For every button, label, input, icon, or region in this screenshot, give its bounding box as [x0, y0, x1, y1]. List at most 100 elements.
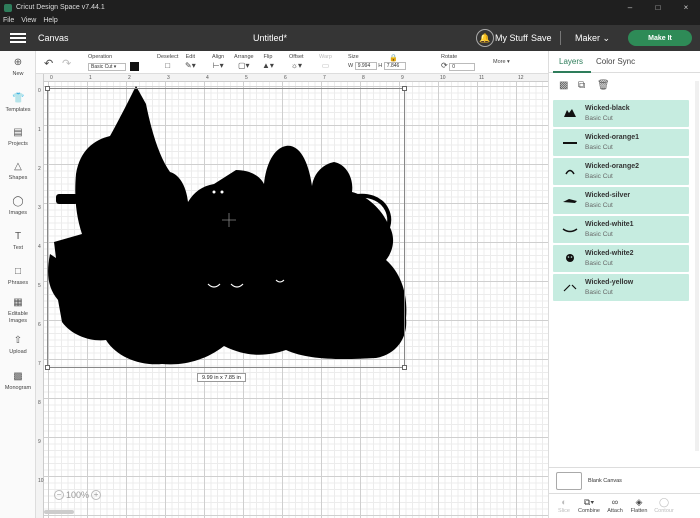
size-group: Size W 9.994 🔒 H 7.846: [348, 54, 406, 70]
rotate-input[interactable]: 0: [449, 63, 476, 71]
design-canvas[interactable]: 0 1 2 3 4 5 6 7 8 9 10 11 12 0 1 2 3 4 5 6 7 8 9 10 9.99 in x …: [36, 74, 548, 518]
edit-group[interactable]: Edit ✎▾: [185, 54, 196, 70]
menu-file[interactable]: File: [3, 17, 14, 24]
attach-icon: ∞: [611, 497, 619, 507]
tool-text[interactable]: T Text: [0, 231, 36, 251]
layer-item[interactable]: Wicked-silver Basic Cut: [553, 187, 689, 214]
flatten-icon: ◈: [635, 497, 643, 507]
blank-canvas-row[interactable]: Blank Canvas: [549, 467, 700, 493]
lock-icon[interactable]: 🔒: [389, 54, 398, 62]
deselect-group[interactable]: Deselect □: [157, 54, 178, 70]
shirt-icon: 👕: [12, 93, 25, 104]
tab-color-sync[interactable]: Color Sync: [596, 57, 635, 66]
flatten-button[interactable]: ◈ Flatten: [627, 497, 651, 514]
contour-button: ◯ Contour: [652, 497, 676, 514]
tool-upload[interactable]: ⇧ Upload: [0, 335, 36, 355]
tool-editable-images[interactable]: ▦ Editable Images: [0, 297, 36, 325]
layer-name: Wicked-yellow: [585, 279, 634, 286]
close-icon[interactable]: ×: [672, 0, 700, 15]
layer-item[interactable]: Wicked-black Basic Cut: [553, 100, 689, 127]
arrange-icon: ▢▾: [238, 61, 250, 70]
maximize-icon[interactable]: □: [644, 0, 672, 15]
tool-phrases[interactable]: □ Phrases: [0, 266, 36, 286]
combine-icon: ⧉▾: [583, 497, 595, 507]
text-icon: T: [14, 231, 22, 242]
warp-icon: ▭: [321, 61, 330, 70]
layer-thumbnail-icon: [563, 142, 577, 144]
menu-help[interactable]: Help: [43, 17, 57, 24]
tool-templates[interactable]: 👕 Templates: [0, 93, 36, 113]
blank-canvas-swatch: [556, 472, 582, 490]
tool-shapes[interactable]: △ Shapes: [0, 161, 36, 181]
warp-label: Warp: [319, 54, 332, 60]
tool-label: Projects: [8, 141, 28, 147]
minimize-icon[interactable]: –: [616, 0, 644, 15]
bell-icon[interactable]: 🔔: [476, 29, 494, 47]
selection-box[interactable]: [45, 86, 407, 370]
save-button[interactable]: Save: [531, 33, 552, 43]
layer-item[interactable]: Wicked-orange2 Basic Cut: [553, 158, 689, 185]
attach-button[interactable]: ∞ Attach: [603, 497, 627, 514]
trash-icon[interactable]: 🗑: [597, 80, 613, 91]
redo-icon: ↷: [62, 58, 72, 70]
layer-name: Wicked-black: [585, 105, 630, 112]
my-stuff-link[interactable]: My Stuff: [495, 33, 528, 43]
layer-name: Wicked-orange1: [585, 134, 640, 141]
resize-handle-top-right[interactable]: [402, 86, 407, 91]
tool-projects[interactable]: ▤ Projects: [0, 127, 36, 147]
zoom-out-icon[interactable]: −: [54, 490, 64, 500]
layer-operation: Basic Cut: [585, 289, 613, 296]
plus-icon: ⊕: [13, 57, 23, 68]
layer-item[interactable]: Wicked-white1 Basic Cut: [553, 216, 689, 243]
upload-icon: ⇧: [13, 335, 23, 346]
resize-handle-top-left[interactable]: [45, 86, 50, 91]
width-input[interactable]: 9.994: [354, 62, 377, 70]
tool-label: Monogram: [4, 385, 32, 391]
layer-item[interactable]: Wicked-white2 Basic Cut: [553, 245, 689, 272]
align-group[interactable]: Align ⊢▾: [212, 54, 224, 70]
layer-operation: Basic Cut: [585, 173, 613, 180]
panel-bottom-toolbar: ◐ Slice ⧉▾ Combine ∞ Attach ◈ Flatten ◯ …: [549, 493, 700, 518]
resize-handle-bottom-left[interactable]: [45, 365, 50, 370]
operation-group: Operation Basic Cut ▾: [88, 54, 139, 71]
menu-view[interactable]: View: [21, 17, 36, 24]
tool-images[interactable]: ◯ Images: [0, 196, 36, 216]
layer-thumbnail-icon: [562, 228, 578, 233]
layer-thumbnail-icon: [563, 199, 577, 203]
tool-new[interactable]: ⊕ New: [0, 57, 36, 77]
color-swatch[interactable]: [129, 62, 139, 71]
flip-group[interactable]: Flip ▲▾: [262, 54, 274, 70]
layer-list: Wicked-black Basic Cut Wicked-orange1 Ba…: [553, 100, 689, 303]
machine-select[interactable]: Maker ⌄: [575, 33, 610, 44]
duplicate-icon[interactable]: ⧉: [578, 80, 594, 91]
offset-group[interactable]: Offset ☼▾: [289, 54, 304, 70]
width-label: W: [348, 63, 354, 69]
tool-label: Upload: [9, 349, 27, 355]
more-button[interactable]: More ▾: [493, 59, 510, 65]
horizontal-scrollbar[interactable]: [44, 510, 74, 514]
tool-monogram[interactable]: ▩ Monogram: [0, 371, 36, 391]
resize-handle-bottom-right[interactable]: [402, 365, 407, 370]
layer-item[interactable]: Wicked-yellow Basic Cut: [553, 274, 689, 301]
vertical-scrollbar[interactable]: [695, 81, 699, 451]
layer-operation: Basic Cut: [585, 231, 613, 238]
combine-button[interactable]: ⧉▾ Combine: [577, 497, 601, 514]
undo-icon[interactable]: ↶: [44, 57, 53, 70]
group-icon[interactable]: ▩: [559, 80, 575, 91]
more-label: More: [493, 59, 506, 65]
align-label: Align: [212, 54, 225, 60]
app-header: Canvas Untitled* 🔔 My Stuff Save Maker ⌄…: [0, 25, 700, 51]
flatten-label: Flatten: [630, 508, 648, 514]
zoom-in-icon[interactable]: +: [91, 490, 102, 500]
deselect-label: Deselect: [157, 54, 179, 60]
edit-label: Edit: [185, 54, 196, 60]
tab-layers[interactable]: Layers: [559, 57, 583, 66]
arrange-group[interactable]: Arrange ▢▾: [234, 54, 254, 70]
layer-item[interactable]: Wicked-orange1 Basic Cut: [553, 129, 689, 156]
operation-select[interactable]: Basic Cut ▾: [88, 62, 126, 71]
height-input[interactable]: 7.846: [383, 62, 406, 70]
layer-name: Wicked-white2: [585, 250, 634, 257]
rotate-group: Rotate ⟳ 0: [441, 54, 476, 71]
make-it-button[interactable]: Make It: [628, 30, 692, 46]
zoom-level: 100%: [66, 490, 90, 500]
